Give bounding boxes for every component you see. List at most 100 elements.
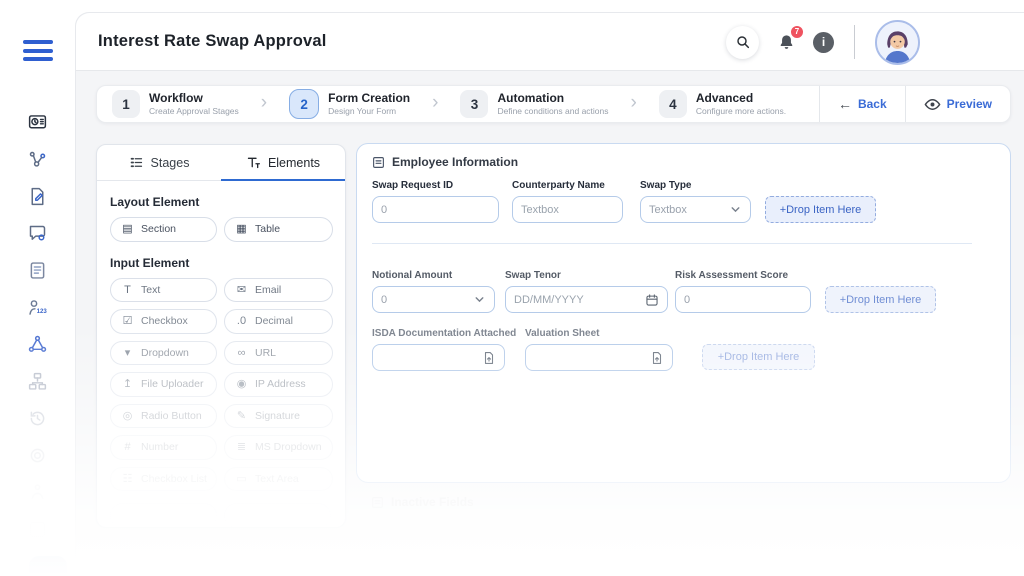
- user-avatar[interactable]: [875, 19, 920, 65]
- valuation-sheet-file-input[interactable]: [525, 344, 673, 371]
- swap-request-id-input[interactable]: [381, 203, 490, 216]
- field-swap-tenor: Swap Tenor: [505, 270, 668, 313]
- field-swap-type: Swap Type Textbox: [640, 180, 751, 223]
- form-edit-icon[interactable]: [27, 185, 49, 207]
- content-area: 1 Workflow Create Approval Stages › 2 Fo…: [76, 71, 1024, 576]
- svg-text:123: 123: [37, 307, 48, 314]
- element-label: Section: [141, 223, 177, 236]
- step-subtitle: Configure more actions.: [695, 106, 787, 116]
- chat-settings-icon[interactable]: [27, 222, 49, 244]
- element-label: Checkbox: [141, 315, 188, 328]
- palette-item[interactable]: ◎ Radio Button: [110, 403, 217, 428]
- tab-elements[interactable]: Elements: [221, 145, 345, 181]
- palette-item[interactable]: ✎ Signature: [224, 403, 333, 428]
- element-label: Decimal: [255, 315, 293, 328]
- field-counterparty-name: Counterparty Name: [512, 180, 623, 223]
- palette-item[interactable]: ☷ Checkbox List: [110, 466, 217, 491]
- palette-item[interactable]: ∞ URL: [224, 340, 333, 365]
- element-label: URL: [255, 346, 277, 359]
- chevron-down-icon: [475, 297, 484, 303]
- org-faded-icon[interactable]: [27, 481, 49, 503]
- palette-item[interactable]: ▦ Table: [224, 217, 333, 242]
- top-actions: 7 i: [726, 13, 920, 71]
- chevron-right-icon: ›: [432, 92, 439, 113]
- element-icon: ◎: [122, 409, 133, 422]
- drop-zone[interactable]: +Drop Item Here: [702, 344, 815, 370]
- sidebar-bottom-button[interactable]: [29, 556, 67, 576]
- step-number: 4: [658, 90, 687, 118]
- palette-item-ghost: [110, 503, 217, 527]
- input-element-heading: Input Element: [110, 255, 190, 270]
- palette-item[interactable]: ▾ Dropdown: [110, 340, 217, 365]
- settings-faded-icon[interactable]: [27, 444, 49, 466]
- palette-item[interactable]: ▤ Section: [110, 217, 217, 242]
- element-label: Signature: [255, 409, 300, 422]
- palette-item[interactable]: ◉ IP Address: [224, 372, 333, 397]
- section-icon: [372, 496, 383, 508]
- palette-item[interactable]: ✉ Email: [224, 277, 333, 302]
- element-icon: ▾: [124, 346, 131, 359]
- palette-item[interactable]: # Number: [110, 435, 217, 460]
- palette-item[interactable]: ☑ Checkbox: [110, 309, 217, 334]
- element-icon: ▭: [236, 472, 247, 485]
- eye-icon: [924, 98, 941, 110]
- element-label: File Uploader: [141, 378, 204, 391]
- stepper-step[interactable]: 2 Form Creation Design Your Form ›: [289, 89, 460, 119]
- more-faded-icon[interactable]: [27, 518, 49, 540]
- palette-item[interactable]: ↥ File Uploader: [110, 372, 217, 397]
- stepper-step[interactable]: 3 Automation Define conditions and actio…: [460, 90, 658, 118]
- step-subtitle: Design Your Form: [328, 106, 397, 116]
- notifications-button[interactable]: 7: [771, 24, 804, 59]
- chevron-right-icon: ›: [630, 92, 637, 113]
- element-icon: ▤: [122, 223, 133, 236]
- palette-item-ghost: [224, 503, 331, 527]
- avatar-illustration: [877, 21, 918, 63]
- sitemap-icon[interactable]: [27, 370, 49, 392]
- field-valuation-sheet: Valuation Sheet: [525, 328, 673, 371]
- swap-tenor-input[interactable]: [514, 293, 639, 306]
- palette-item[interactable]: ≣ MS Dropdown: [224, 435, 333, 460]
- records-doc-icon[interactable]: [27, 259, 49, 281]
- back-button[interactable]: ← Back: [820, 86, 905, 122]
- search-button[interactable]: [726, 25, 759, 59]
- preview-button[interactable]: Preview: [906, 86, 1010, 122]
- drop-zone[interactable]: +Drop Item Here: [765, 196, 876, 223]
- element-icon: ◉: [236, 378, 247, 391]
- element-icon: #: [124, 441, 131, 454]
- workflow-dashboard-icon[interactable]: [27, 111, 49, 133]
- palette-item[interactable]: .0 Decimal: [224, 309, 333, 334]
- approval-flow-icon[interactable]: [27, 148, 49, 170]
- element-label: Email: [255, 283, 282, 296]
- palette-item[interactable]: T Text: [110, 277, 217, 302]
- faded-palette-row: [110, 503, 331, 527]
- stepper-step[interactable]: 1 Workflow Create Approval Stages ›: [112, 90, 289, 118]
- element-icon: ☷: [122, 472, 133, 485]
- element-icon: ∞: [237, 346, 246, 359]
- history-icon[interactable]: [27, 407, 49, 429]
- isda-file-input[interactable]: [372, 344, 505, 371]
- stepper-step[interactable]: 4 Advanced Configure more actions. ›: [658, 90, 787, 118]
- element-label: Dropdown: [141, 346, 189, 359]
- chevron-down-icon: [731, 207, 740, 213]
- drop-zone[interactable]: +Drop Item Here: [825, 286, 936, 313]
- menu-hamburger-icon[interactable]: [22, 40, 53, 61]
- file-upload-icon[interactable]: [482, 351, 496, 365]
- notional-amount-select[interactable]: 0: [372, 286, 495, 313]
- palette-item[interactable]: ▭ Text Area: [224, 466, 333, 491]
- element-label: Table: [255, 223, 281, 236]
- hierarchy-icon[interactable]: [27, 333, 49, 355]
- risk-assessment-score-input[interactable]: [684, 293, 802, 306]
- file-upload-icon[interactable]: [650, 351, 664, 365]
- step-title: Advanced: [695, 91, 754, 105]
- info-button[interactable]: i: [813, 31, 834, 53]
- step-subtitle: Create Approval Stages: [149, 106, 239, 116]
- stages-icon: [130, 157, 142, 168]
- calendar-icon[interactable]: [645, 293, 659, 307]
- swap-type-select[interactable]: Textbox: [640, 196, 751, 223]
- tab-stages[interactable]: Stages: [97, 145, 221, 180]
- field-swap-request-id: Swap Request ID: [372, 180, 499, 223]
- main-panel: Interest Rate Swap Approval 7 i 1 Workfl…: [75, 12, 1024, 576]
- counterparty-name-input[interactable]: [521, 203, 614, 216]
- user-id-icon[interactable]: 123: [27, 296, 49, 318]
- layout-element-list: ▤ Section ▦ Table: [97, 217, 345, 242]
